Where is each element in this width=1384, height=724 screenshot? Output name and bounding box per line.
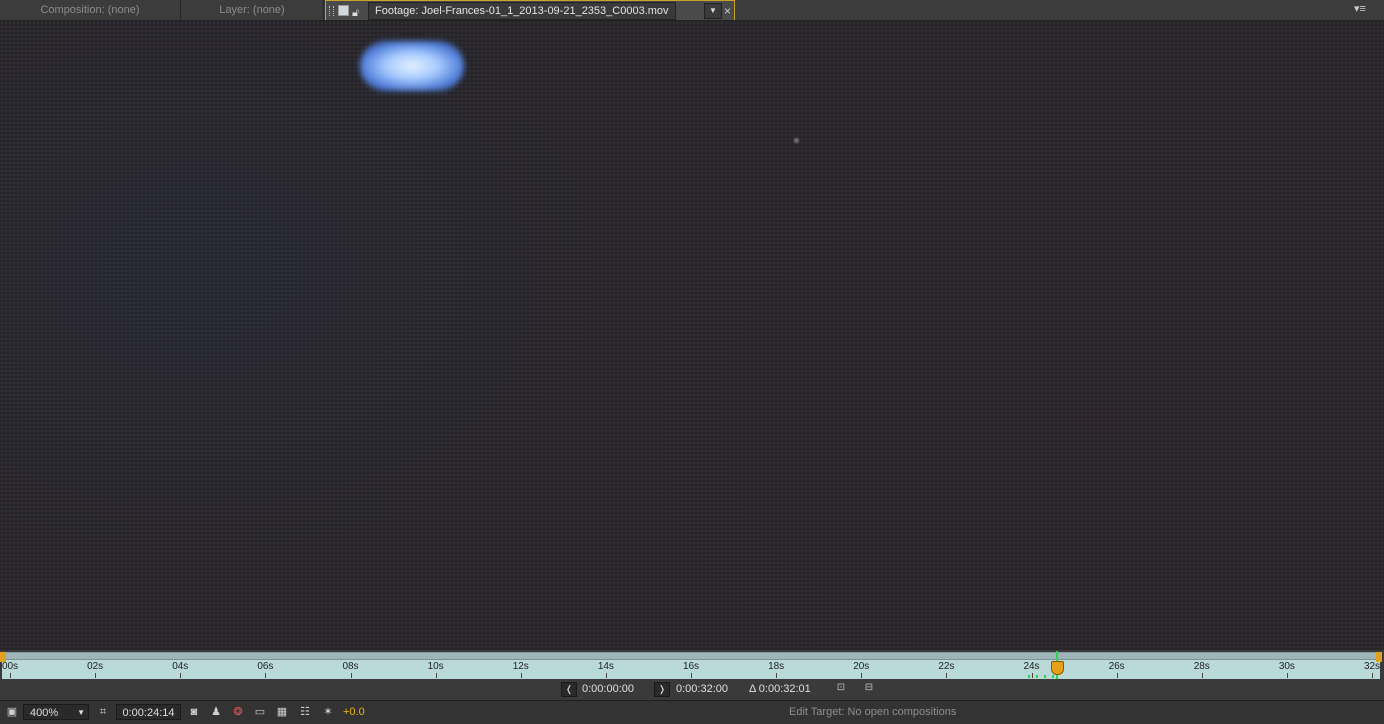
ruler-tick-label: 10s <box>427 661 444 672</box>
ruler-tick-mark <box>1201 673 1203 678</box>
ruler-tick-mark <box>180 673 182 678</box>
current-time-indicator[interactable] <box>1051 661 1064 675</box>
guides-icon[interactable]: ☷ <box>297 705 313 719</box>
ruler-tick-mark <box>10 673 11 678</box>
region-of-interest-icon[interactable]: ⌗ <box>95 705 111 719</box>
exposure-icon[interactable]: ✶ <box>320 705 336 719</box>
tab-checkbox[interactable] <box>338 5 349 16</box>
ruler-tick-label: 00s <box>1 661 19 672</box>
set-out-icon[interactable]: ❭ <box>654 682 670 697</box>
color-channels-icon[interactable]: ❂ <box>230 705 246 719</box>
work-area-bar[interactable] <box>2 653 1380 660</box>
overlay-edit-icon[interactable]: ⊟ <box>860 681 878 694</box>
transport-row: ❬ 0:00:00:00 ❭ 0:00:32:00 Δ 0:00:32:01 ⊡… <box>0 679 1384 700</box>
ruler-tick-label: 14s <box>597 661 614 672</box>
panel-menu-icon[interactable]: ▾≡ <box>1354 3 1368 15</box>
ruler-tick-label: 12s <box>512 661 529 672</box>
tab-footage[interactable]: 🔓︎ Footage: Joel-Frances-01_1_2013-09-21… <box>325 0 735 20</box>
ruler-tick-label: 24s <box>1023 661 1040 672</box>
always-preview-icon[interactable]: ▣ <box>4 705 20 719</box>
ruler-tick-mark <box>1031 673 1033 678</box>
camera-icon[interactable]: ◙ <box>186 705 202 719</box>
ruler-tick-label: 02s <box>87 661 104 672</box>
transparency-grid-icon[interactable]: ▦ <box>274 705 290 719</box>
grip-icon[interactable] <box>329 6 334 16</box>
ruler-tick-label: 18s <box>768 661 785 672</box>
footage-viewer[interactable] <box>0 21 1384 650</box>
resolution-icon[interactable]: ▭ <box>252 705 268 719</box>
ruler-tick-mark <box>1286 673 1288 678</box>
ruler-tick-mark <box>776 673 778 678</box>
ruler-tick-label: 16s <box>682 661 700 672</box>
cache-markers <box>1028 675 1058 678</box>
ruler-tick-label: 06s <box>257 661 274 672</box>
exposure-value[interactable]: +0.0 <box>343 706 365 718</box>
ruler-tick-mark <box>605 673 607 678</box>
current-time-field[interactable]: 0:00:24:14 <box>116 704 181 720</box>
ruler-tick-label: 08s <box>342 661 359 672</box>
ripple-insert-icon[interactable]: ⊡ <box>832 681 850 694</box>
ruler-tick-label: 30s <box>1278 661 1295 672</box>
viewer-toolbar: ▣ 400% ▼ ⌗ 0:00:24:14 ◙ ♟ ❂ ▭ ▦ ☷ ✶ +0.0… <box>0 700 1384 724</box>
footage-speck <box>794 138 799 143</box>
time-ruler[interactable]: 00s 02s 04s 06s 08s 10s 12s 14s 16s 18s 20s 22s 24s 2… <box>0 651 1382 680</box>
person-icon[interactable]: ♟ <box>208 705 224 719</box>
ruler-tick-label: 04s <box>172 661 189 672</box>
ruler-tick-label: 32s <box>1363 661 1381 672</box>
chevron-down-icon: ▼ <box>77 708 85 717</box>
ruler-tick-mark <box>265 673 267 678</box>
in-point-time[interactable]: 0:00:00:00 <box>582 683 634 695</box>
ruler-tick-mark <box>946 673 948 678</box>
dropdown-caret-icon[interactable]: ▼ <box>704 3 722 19</box>
zoom-value: 400% <box>30 707 59 719</box>
ruler-tick-mark <box>691 673 692 678</box>
ruler-tick-mark <box>520 673 522 678</box>
out-point-time[interactable]: 0:00:32:00 <box>676 683 728 695</box>
ruler-tick-label: 20s <box>853 661 870 672</box>
duration-time[interactable]: Δ 0:00:32:01 <box>749 683 811 695</box>
ruler-tick-mark <box>350 673 352 678</box>
ruler-tick-mark <box>861 673 863 678</box>
tab-composition[interactable]: Composition: (none) <box>0 0 181 20</box>
zoom-select[interactable]: 400% ▼ <box>23 704 89 720</box>
close-icon[interactable]: × <box>724 1 731 21</box>
ruler-tick-mark <box>95 673 97 678</box>
footage-light-object <box>360 41 464 91</box>
edit-target-label: Edit Target: No open compositions <box>789 706 957 718</box>
ruler-tick-label: 22s <box>938 661 955 672</box>
set-in-icon[interactable]: ❬ <box>561 682 577 697</box>
ruler-tick-mark <box>1372 673 1373 678</box>
tab-layer[interactable]: Layer: (none) <box>181 0 324 20</box>
panel-tab-bar: Composition: (none) Layer: (none) 🔓︎ Foo… <box>0 0 1384 21</box>
ruler-tick-label: 28s <box>1193 661 1210 672</box>
footage-name-label[interactable]: Footage: Joel-Frances-01_1_2013-09-21_23… <box>368 2 676 20</box>
ruler-tick-mark <box>435 673 437 678</box>
lock-icon[interactable]: 🔓︎ <box>352 3 359 23</box>
ruler-tick-label: 26s <box>1108 661 1125 672</box>
ruler-tick-mark <box>1116 673 1118 678</box>
